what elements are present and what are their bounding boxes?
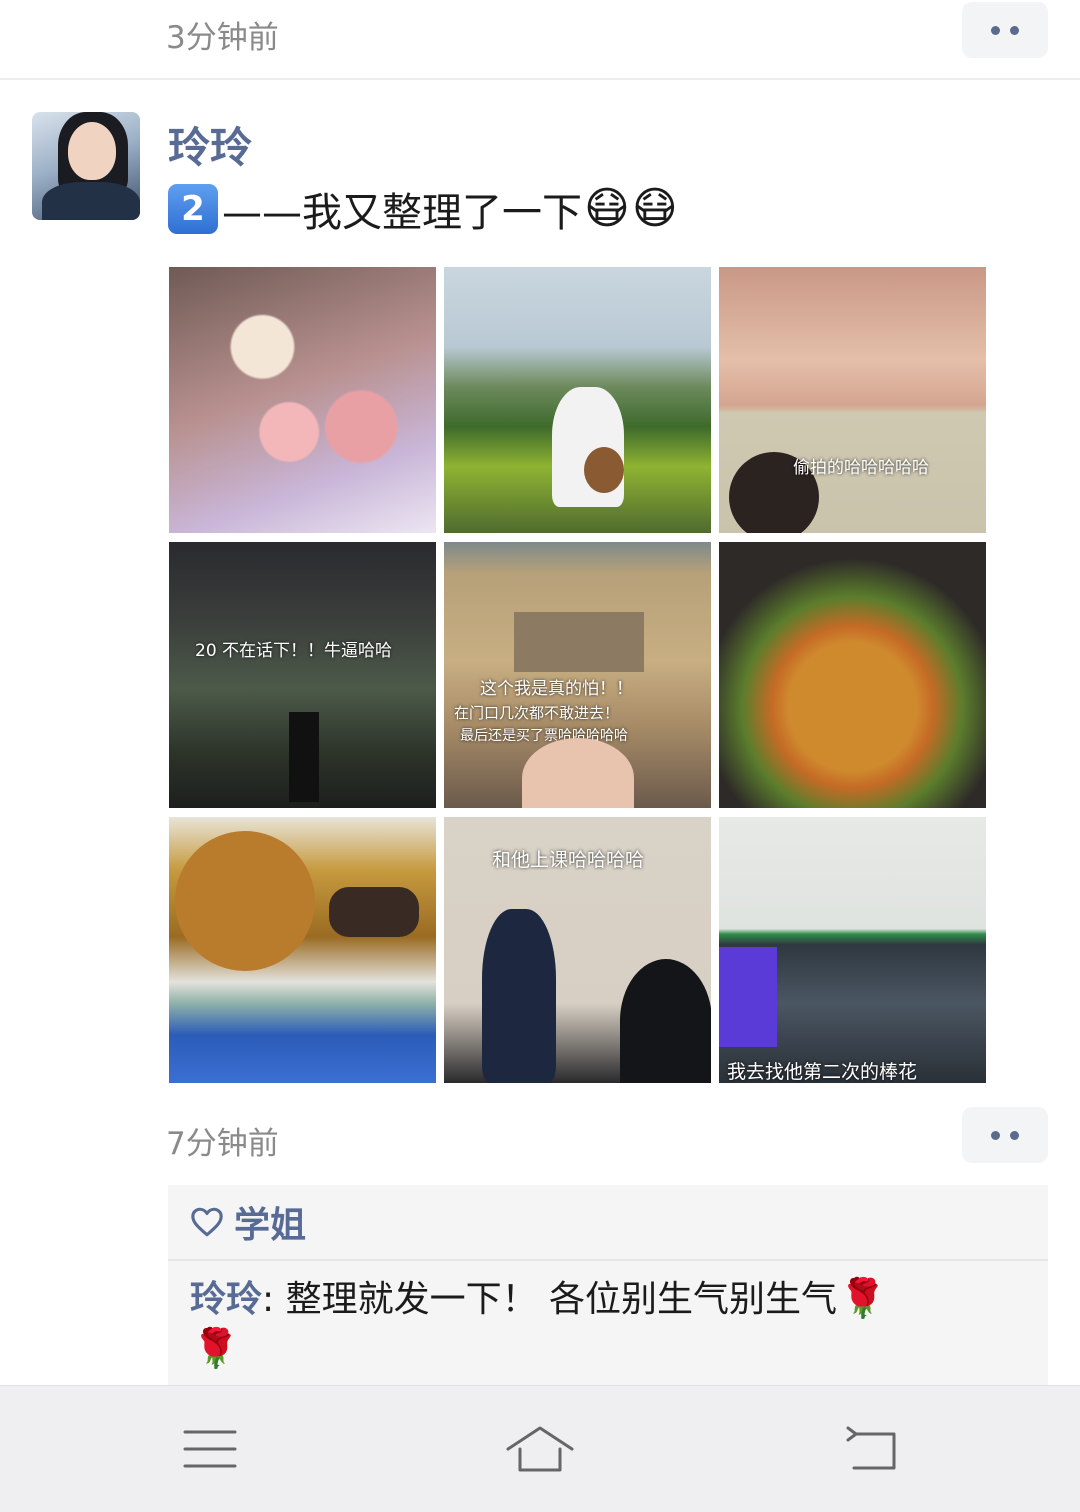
- interaction-panel: 学姐 玲玲: 整理就发一下！ 各位别生气别生气🌹 🌹: [168, 1185, 1048, 1385]
- menu-icon: [183, 1430, 237, 1468]
- photo-caption: 这个我是真的怕！！: [480, 679, 633, 699]
- photo-subway-station[interactable]: 我去找他第二次的棒花: [719, 817, 986, 1083]
- back-button[interactable]: [830, 1416, 910, 1482]
- avatar-body: [42, 182, 140, 220]
- post-text-body: ——我又整理了一下: [222, 190, 582, 236]
- rose-icon: 🌹: [839, 1276, 887, 1320]
- post-time: 3分钟前: [166, 20, 279, 56]
- photo-caption: 和他上课哈哈哈哈: [492, 849, 645, 871]
- home-icon: [506, 1426, 574, 1472]
- previous-post-footer: 3分钟前: [0, 0, 1080, 80]
- dot-icon: [991, 25, 1000, 35]
- system-nav-bar: [0, 1385, 1080, 1512]
- comment-author[interactable]: 玲玲: [190, 1279, 262, 1320]
- dot-icon: [1010, 25, 1019, 35]
- photo-stir-fry-dish[interactable]: [719, 542, 986, 808]
- photo-teacher-in-classroom[interactable]: 和他上课哈哈哈哈: [444, 817, 711, 1083]
- comment-separator: :: [262, 1279, 286, 1320]
- comment-text: 整理就发一下！ 各位别生气别生气: [285, 1279, 838, 1320]
- avatar[interactable]: [32, 112, 140, 220]
- photo-selfie-couple[interactable]: 偷拍的哈哈哈哈哈: [719, 267, 986, 533]
- likes-row: 学姐: [168, 1185, 1048, 1261]
- rose-icon: 🌹: [192, 1326, 240, 1370]
- liker-name[interactable]: 学姐: [234, 1196, 306, 1248]
- back-icon: [846, 1426, 896, 1470]
- photo-girl-with-dog-in-park[interactable]: [444, 267, 711, 533]
- number-badge-icon: 2: [168, 184, 218, 234]
- photo-caption: 偷拍的哈哈哈哈哈: [793, 458, 929, 478]
- photo-caption-extra: 在门口几次都不敢进去！: [454, 704, 620, 722]
- dot-icon: [991, 1130, 1000, 1140]
- menu-button[interactable]: [170, 1416, 250, 1482]
- mask-emoji-icon: 😷: [631, 183, 678, 234]
- post-author[interactable]: 玲玲: [168, 114, 252, 175]
- photo-flower-bouquet[interactable]: [169, 267, 436, 533]
- avatar-face: [68, 122, 116, 180]
- photo-building-gate[interactable]: 这个我是真的怕！！ 在门口几次都不敢进去！ 最后还是买了票哈哈哈哈哈: [444, 542, 711, 808]
- photo-caption: 20 不在话下！！牛逼哈哈: [195, 641, 393, 661]
- photo-grid: 偷拍的哈哈哈哈哈 20 不在话下！！牛逼哈哈 这个我是真的怕！！ 在门口几次都不…: [169, 267, 986, 1083]
- home-button[interactable]: [500, 1416, 580, 1482]
- more-options-button[interactable]: [962, 2, 1048, 58]
- photo-burger-and-skewers[interactable]: [169, 817, 436, 1083]
- post-time: 7分钟前: [166, 1126, 279, 1162]
- post-text: 2 ——我又整理了一下 😷 😷: [168, 180, 678, 238]
- dot-icon: [1010, 1130, 1019, 1140]
- mask-emoji-icon: 😷: [584, 183, 630, 234]
- more-options-button[interactable]: [962, 1107, 1048, 1163]
- photo-caption: 我去找他第二次的棒花: [727, 1061, 918, 1083]
- photo-night-tree-silhouette[interactable]: 20 不在话下！！牛逼哈哈: [169, 542, 436, 808]
- comment-item[interactable]: 玲玲: 整理就发一下！ 各位别生气别生气🌹 🌹: [190, 1275, 990, 1375]
- heart-icon: [190, 1206, 224, 1238]
